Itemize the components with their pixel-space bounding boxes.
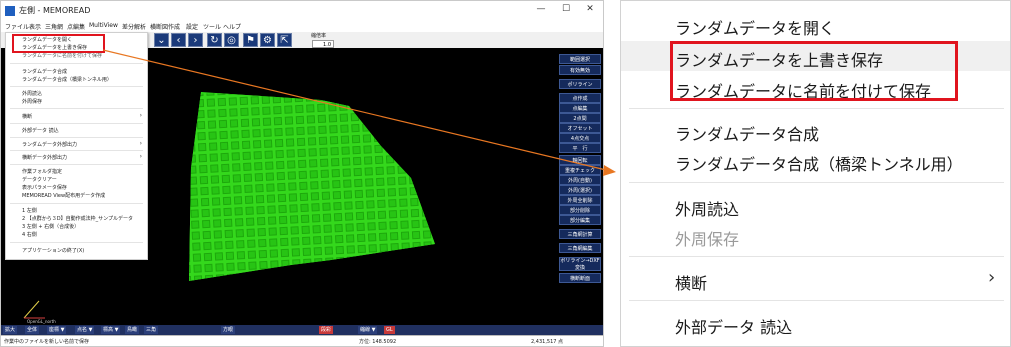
chevron-right-icon: › [988,267,996,288]
zoom-item-load-external[interactable]: 外部データ 読込 [675,314,792,338]
zoom-item-merge-random[interactable]: ランダムデータ合成 [675,121,819,145]
menu-separator [629,182,1004,183]
zoom-item-load-outline[interactable]: 外周読込 [675,196,739,220]
zoom-item-save-outline[interactable]: 外周保存 [675,226,739,250]
menu-separator [629,108,1004,109]
zoom-item-cross-section[interactable]: 横断 [675,270,707,294]
zoom-item-merge-random-bridge[interactable]: ランダムデータ合成（橋梁トンネル用） [675,151,963,175]
zoom-item-open-random[interactable]: ランダムデータを開く [675,15,835,39]
menu-separator [629,300,1004,301]
menu-separator [629,256,1004,257]
highlight-box [670,41,958,101]
